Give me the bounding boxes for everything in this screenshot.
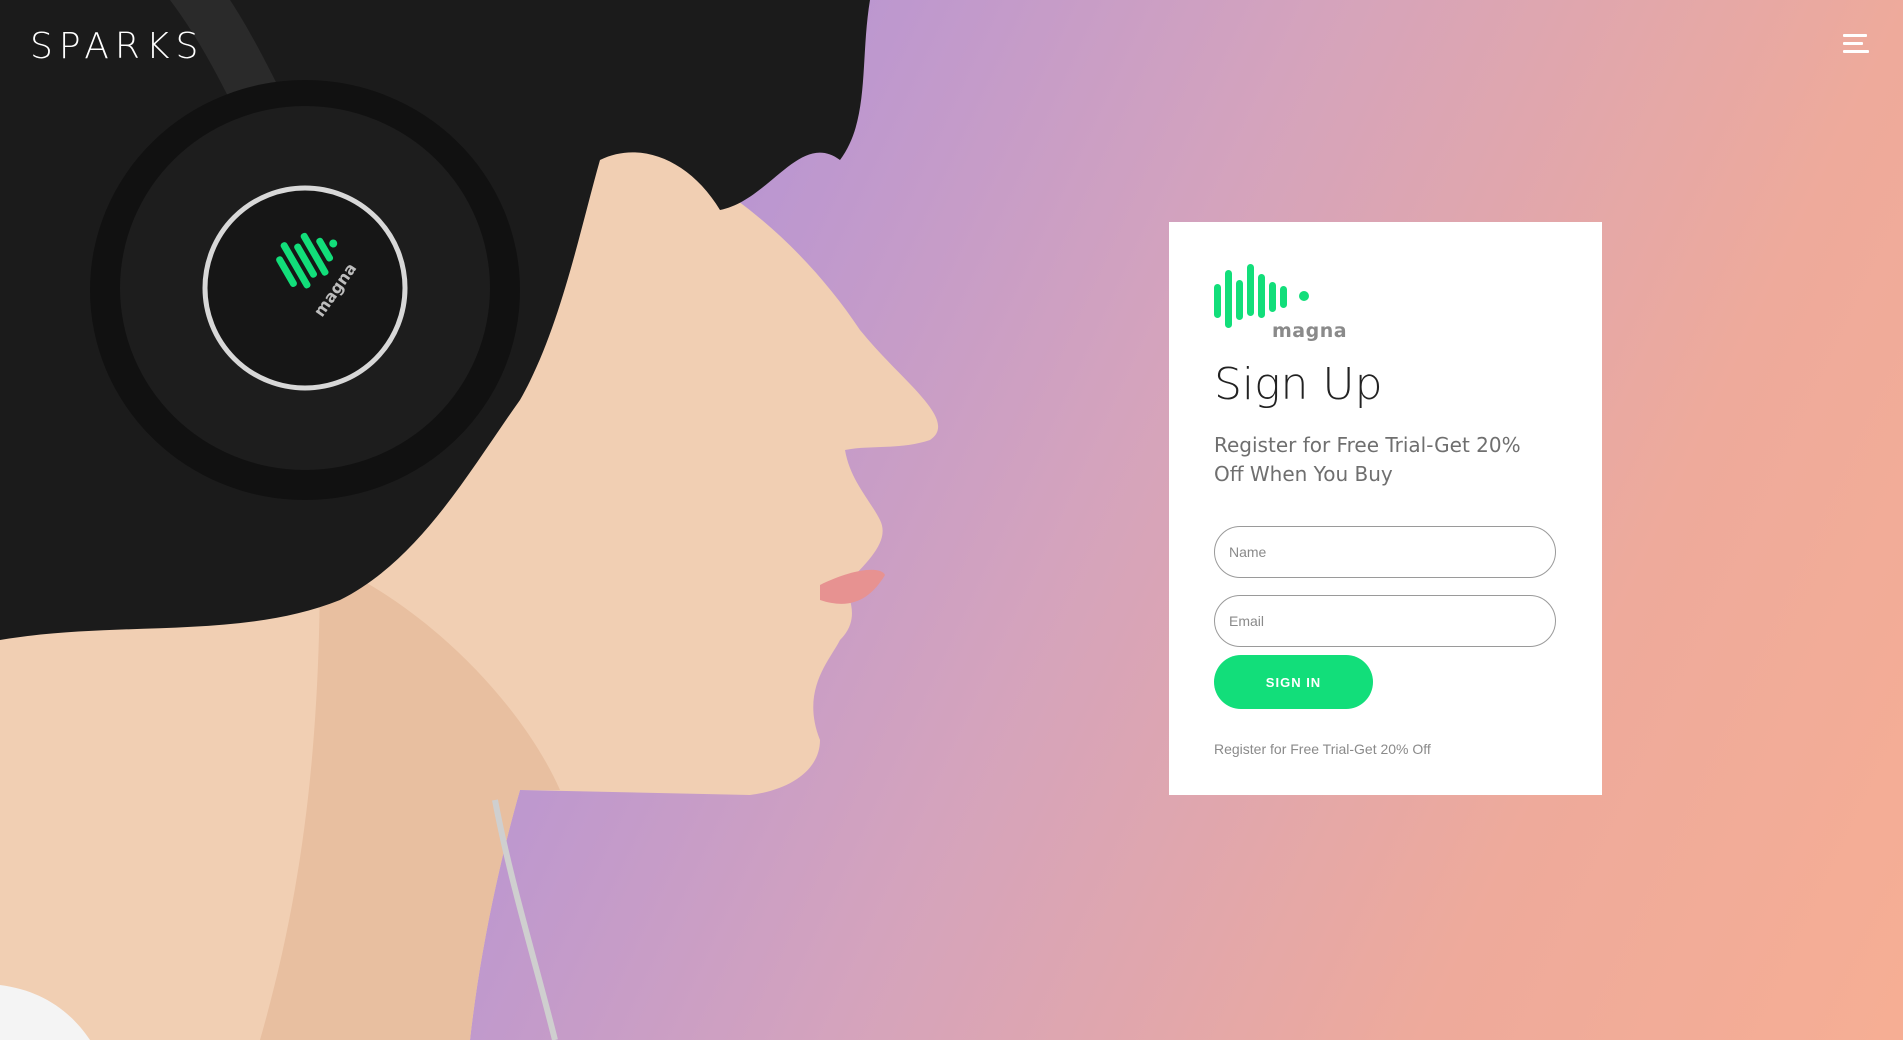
hamburger-menu-icon[interactable]: [1843, 34, 1869, 56]
sign-in-button[interactable]: SIGN IN: [1214, 655, 1373, 709]
magna-logo-text: magna: [1272, 320, 1348, 342]
name-input[interactable]: [1214, 526, 1556, 578]
signup-subtitle: Register for Free Trial-Get 20% Off When…: [1214, 433, 1521, 486]
ear-cup-ring: [202, 185, 408, 391]
brand-text: SPARKS: [30, 26, 205, 67]
signup-title: Sign Up: [1214, 359, 1383, 410]
hero-image: magna: [0, 0, 1000, 1040]
trial-note: Register for Free Trial-Get 20% Off: [1214, 741, 1431, 757]
email-input[interactable]: [1214, 595, 1556, 647]
signup-card: magna Sign Up Register for Free Trial-Ge…: [1169, 222, 1602, 795]
brand-logo[interactable]: SPARKS: [30, 26, 204, 67]
headphone-cable: [492, 799, 558, 1040]
